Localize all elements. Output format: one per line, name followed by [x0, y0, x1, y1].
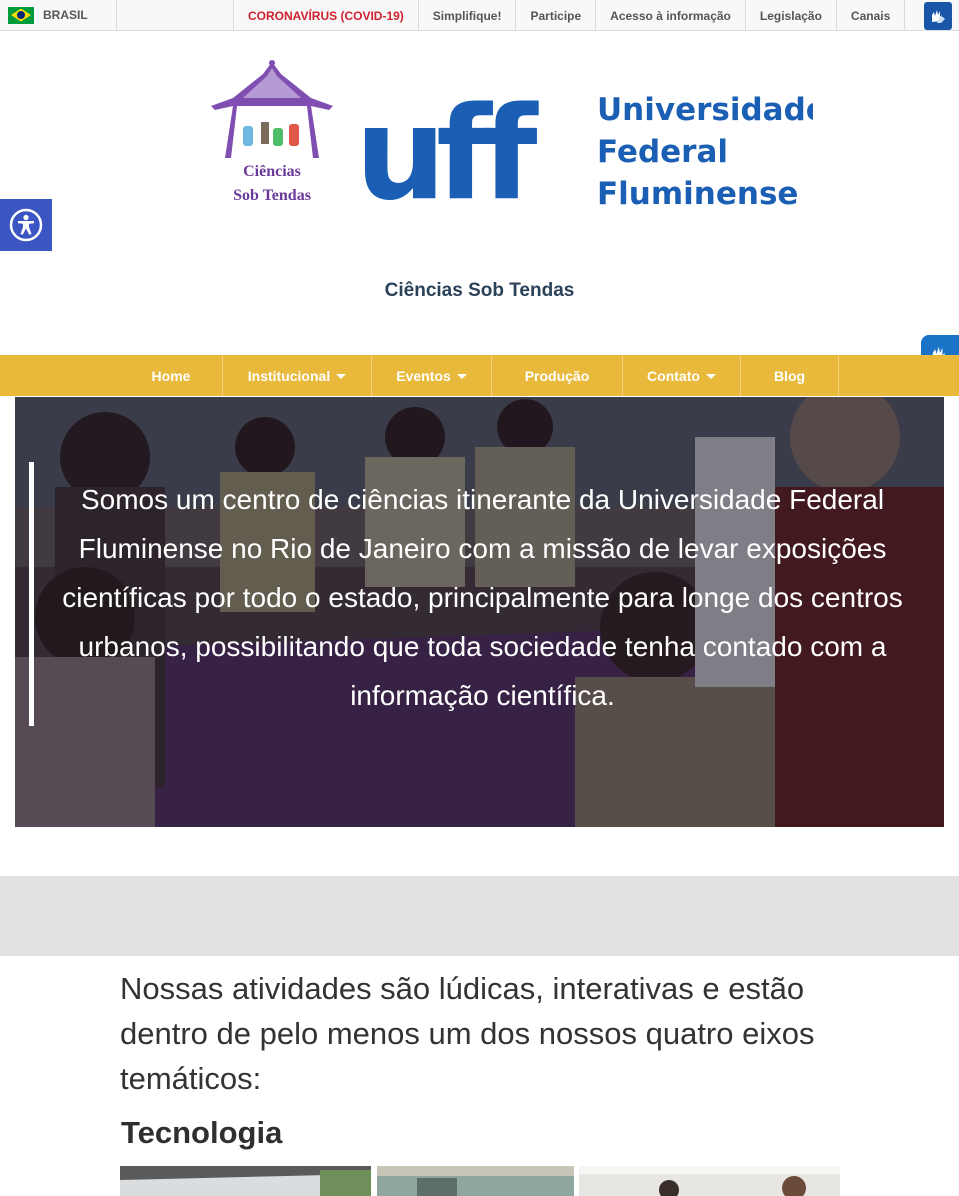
accessibility-toolbar-button[interactable] [0, 199, 52, 251]
nav-item-label: Produção [524, 367, 590, 384]
nav-item-producao[interactable]: Produção [492, 355, 623, 396]
gov-links: CORONAVÍRUS (COVID-19) Simplifique! Part… [233, 0, 906, 31]
hero-banner: Somos um centro de ciências itinerante d… [15, 397, 944, 827]
vlibras-top-button[interactable] [924, 2, 952, 30]
gallery-image[interactable] [120, 1166, 371, 1196]
nav-item-institucional[interactable]: Institucional [223, 355, 372, 396]
gov-link-legislacao[interactable]: Legislação [744, 0, 836, 31]
gov-top-bar: BRASIL CORONAVÍRUS (COVID-19) Simplifiqu… [0, 0, 959, 31]
brazil-flag-icon [8, 6, 34, 24]
nav-item-label: Eventos [396, 367, 451, 384]
gov-link-acesso-informacao[interactable]: Acesso à informação [595, 0, 745, 31]
nav-item-home[interactable]: Home [120, 355, 223, 396]
brasil-label: BRASIL [43, 8, 88, 22]
nav-item-eventos[interactable]: Eventos [372, 355, 492, 396]
section-heading-tecnologia: Tecnologia [121, 1115, 283, 1150]
caret-down-icon [336, 374, 347, 379]
uff-name-line1: Universidade [597, 92, 813, 128]
uff-name-line3: Fluminense [597, 176, 798, 212]
gray-divider-band [0, 876, 959, 956]
activities-intro-text: Nossas atividades são lúdicas, interativ… [120, 971, 815, 1096]
uff-mark: uff [355, 88, 539, 213]
nav-item-label: Home [151, 367, 191, 384]
ciencias-sob-tendas-logo[interactable]: Ciências Sob Tendas [203, 58, 341, 208]
nav-item-label: Blog [773, 367, 806, 384]
tecnologia-gallery [120, 1166, 840, 1196]
brasil-link[interactable]: BRASIL [0, 0, 117, 30]
gov-link-canais[interactable]: Canais [835, 0, 906, 31]
caret-down-icon [456, 374, 467, 379]
main-navigation: Home Institucional Eventos Produção Cont… [0, 355, 959, 396]
gov-link-simplifique[interactable]: Simplifique! [417, 0, 516, 31]
hero-mission-text: Somos um centro de ciências itinerante d… [62, 484, 903, 711]
gallery-image[interactable] [377, 1166, 574, 1196]
nav-item-contato[interactable]: Contato [623, 355, 741, 396]
hero-quote-bar [29, 462, 34, 726]
accessibility-person-icon [9, 208, 43, 242]
site-title[interactable]: Ciências Sob Tendas [0, 280, 959, 302]
nav-item-label: Institucional [247, 367, 331, 384]
nav-item-label: Contato [647, 367, 700, 384]
gov-link-participe[interactable]: Participe [515, 0, 595, 31]
uff-logo[interactable]: uff Universidade Federal Fluminense [355, 88, 813, 213]
caret-down-icon [705, 374, 716, 379]
logo-cst-line1: Ciências [243, 163, 301, 180]
nav-item-blog[interactable]: Blog [741, 355, 839, 396]
uff-name-line2: Federal [597, 134, 728, 170]
gov-link-coronavirus[interactable]: CORONAVÍRUS (COVID-19) [233, 0, 418, 31]
logo-cst-line2: Sob Tendas [233, 187, 311, 204]
gallery-image[interactable] [579, 1166, 840, 1196]
sign-language-hands-icon [932, 10, 945, 23]
